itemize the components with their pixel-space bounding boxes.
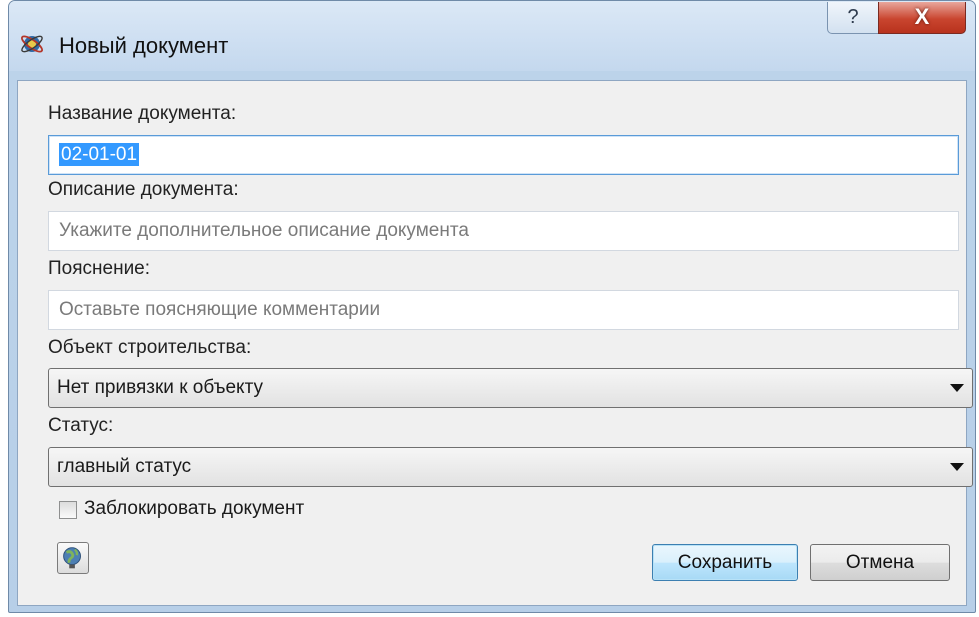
description-input[interactable]: Укажите дополнительное описание документ… <box>48 211 959 251</box>
dialog-body: Название документа: 02-01-01 Описание до… <box>17 80 973 606</box>
object-label: Объект строительства: <box>48 337 252 358</box>
help-icon: ? <box>847 6 859 28</box>
status-label: Статус: <box>48 415 114 436</box>
status-select-value: главный статус <box>57 456 192 477</box>
object-select[interactable]: Нет привязки к объекту <box>48 368 973 408</box>
window-title: Новый документ <box>59 33 229 58</box>
description-placeholder: Укажите дополнительное описание документ… <box>59 220 469 241</box>
lock-document-label[interactable]: Заблокировать документ <box>84 498 304 520</box>
object-select-value: Нет привязки к объекту <box>57 377 263 398</box>
close-button[interactable]: X <box>878 2 966 34</box>
cancel-button[interactable]: Отмена <box>810 544 950 581</box>
note-label: Пояснение: <box>48 258 151 279</box>
dialog-window: Новый документ ? X Название документа: 0… <box>8 0 976 613</box>
dropdown-arrow-icon <box>950 463 964 471</box>
status-select[interactable]: главный статус <box>48 447 973 487</box>
doc-name-label: Название документа: <box>48 103 237 124</box>
globe-icon <box>63 547 81 569</box>
doc-name-input[interactable]: 02-01-01 <box>48 135 959 175</box>
globe-button[interactable] <box>57 542 89 574</box>
help-button[interactable]: ? <box>827 2 879 34</box>
description-label: Описание документа: <box>48 179 239 200</box>
close-icon: X <box>914 4 930 29</box>
lock-document-checkbox[interactable] <box>59 501 77 519</box>
note-input[interactable]: Оставьте поясняющие комментарии <box>48 290 959 330</box>
doc-name-value: 02-01-01 <box>59 143 140 166</box>
note-placeholder: Оставьте поясняющие комментарии <box>59 299 381 320</box>
save-button[interactable]: Сохранить <box>652 544 798 581</box>
app-logo-icon <box>21 35 43 53</box>
dropdown-arrow-icon <box>950 384 964 392</box>
